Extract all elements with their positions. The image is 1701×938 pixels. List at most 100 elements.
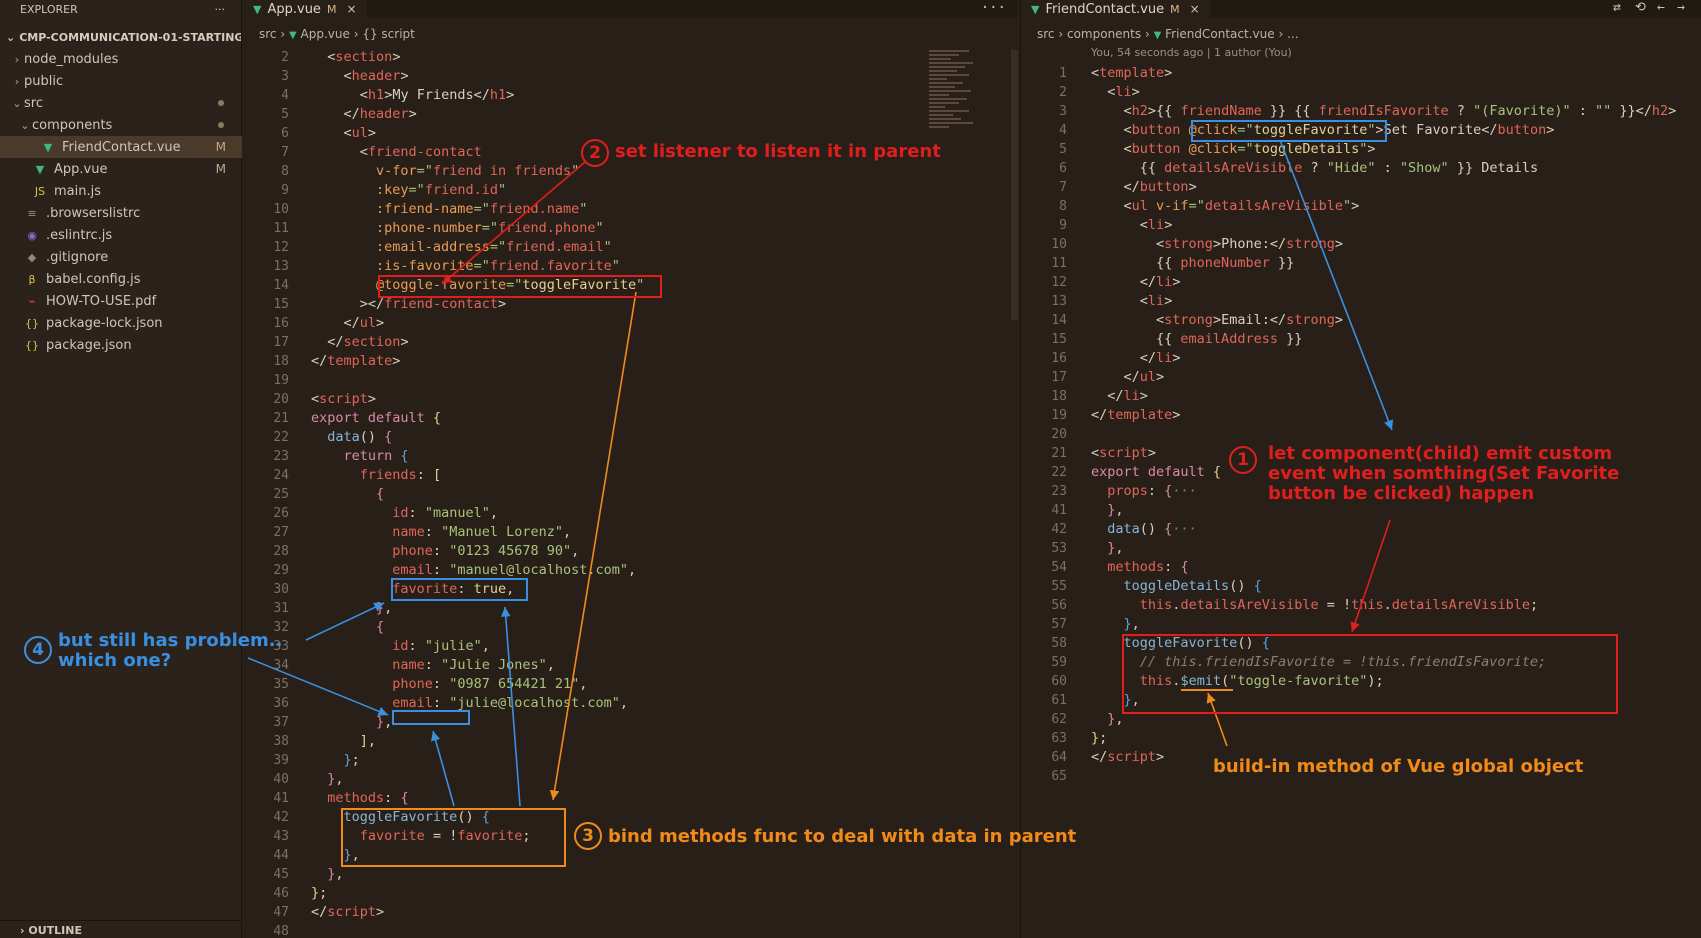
annotation-emit: build-in method of Vue global object [1213,756,1584,777]
line-number: 14 [1051,313,1067,328]
breadcrumb-file[interactable]: App.vue [301,27,350,41]
scrollbar[interactable] [1011,50,1018,320]
tree-item[interactable]: › node_modules [0,48,242,70]
code-line: <button @click="toggleDetails"> [1123,141,1376,157]
code-line: methods: { [327,790,409,806]
tree-item[interactable]: › public [0,70,242,92]
outline-section[interactable]: › OUTLINE [0,920,242,938]
step-1-badge: 1 [1229,446,1257,474]
line-numbers: 2 3 4 5 6 7 8 9 10 11 12 13 14 15 16 17 18 19 20 21 22 23 24 25… [243,48,299,938]
line-number: 57 [1051,617,1067,632]
tab-app-vue[interactable]: ▼ App.vue M × [243,0,367,18]
line-number: 62 [1051,712,1067,727]
code-line: :friend-name="friend.name" [376,201,588,217]
code-line: { [376,619,385,635]
code-line: </header> [343,106,417,122]
tree-item[interactable]: JS main.js [0,180,242,202]
close-icon[interactable]: × [1190,2,1200,16]
line-number: 17 [1051,370,1067,385]
explorer-more-icon[interactable]: ··· [215,3,226,16]
forward-icon[interactable]: → [1677,0,1685,15]
line-number: 41 [273,791,289,806]
code-line: data() { [327,429,393,445]
modified-badge: M [215,140,226,154]
line-number: 59 [1051,655,1067,670]
editor-more-icon[interactable]: ··· [981,0,1006,16]
code-line: }; [311,885,328,901]
line-number: 40 [273,772,289,787]
workspace-root-label: CMP-COMMUNICATION-01-STARTING-S... [19,30,241,44]
tree-item[interactable]: ⌄ src [0,92,242,114]
close-icon[interactable]: × [346,2,356,16]
code-area[interactable]: <section> <header> <h1>My Friends</h1> <… [311,48,644,938]
vue-file-icon: ▼ [1153,30,1162,41]
tab-label: FriendContact.vue [1045,1,1165,17]
code-line: </ul> [343,315,385,331]
line-number: 24 [273,468,289,483]
json-file-icon: {} [25,316,39,330]
line-number: 36 [273,696,289,711]
git-blame-info[interactable]: You, 54 seconds ago | 1 author (You) [1091,46,1292,59]
workspace-root[interactable]: ⌄ CMP-COMMUNICATION-01-STARTING-S... [0,26,241,48]
line-number: 5 [1059,142,1067,157]
tree-item[interactable]: {} package.json [0,334,242,356]
file-file-icon: ≡ [27,206,37,220]
line-number: 21 [273,411,289,426]
code-line: </button> [1123,179,1197,195]
timeline-icon[interactable]: ⟲ [1635,0,1646,15]
code-line: data() {··· [1107,521,1197,537]
code-line: }, [1107,540,1124,556]
line-number: 12 [1051,275,1067,290]
tree-item[interactable]: ▼ FriendContact.vue M [0,136,242,158]
vue-file-icon: ▼ [253,2,262,16]
highlight-missing-favorite [392,710,470,725]
back-icon[interactable]: ← [1657,0,1665,15]
line-number: 45 [273,867,289,882]
tree-item-label: babel.config.js [46,271,141,287]
breadcrumb-file[interactable]: FriendContact.vue [1165,27,1275,41]
highlight-toggle-listener [378,275,662,298]
tree-item[interactable]: ▼ App.vue M [0,158,242,180]
babel-file-icon: β [28,272,36,286]
highlight-click-handler [1191,120,1387,142]
modified-badge: M [1170,2,1180,16]
line-number: 3 [281,69,289,84]
change-dot [218,100,224,106]
breadcrumb-folder[interactable]: components [1067,27,1141,41]
chevron-right-icon: › [14,74,20,88]
code-line: friends: [ [359,467,442,483]
tree-item[interactable]: {} package-lock.json [0,312,242,334]
tree-item-label: public [24,73,64,89]
breadcrumb-symbol[interactable]: {} script [362,27,415,41]
breadcrumb-src[interactable]: src [259,27,277,41]
code-line: ], [359,733,377,749]
annotation-2: set listener to listen it in parent [615,141,941,162]
tab-friendcontact-vue[interactable]: ▼ FriendContact.vue M × [1021,0,1210,18]
git-file-icon: ◆ [27,250,37,264]
js-file-icon: JS [34,184,46,198]
breadcrumb-symbol[interactable]: ... [1287,27,1298,41]
line-number: 11 [1051,256,1067,271]
line-number: 23 [273,449,289,464]
chevron-down-icon: ⌄ [6,30,16,44]
line-number: 42 [1051,522,1067,537]
line-number: 13 [1051,294,1067,309]
line-number: 11 [273,221,289,236]
tree-item-label: HOW-TO-USE.pdf [46,293,157,309]
pdf-file-icon: ⌁ [28,294,36,308]
line-number: 25 [273,487,289,502]
line-number: 54 [1051,560,1067,575]
tree-item[interactable]: β babel.config.js [0,268,242,290]
line-number: 9 [281,183,289,198]
code-line: <h1>My Friends</h1> [359,87,515,103]
code-line: }, [1123,616,1140,632]
tree-item[interactable]: ≡ .browserslistrc [0,202,242,224]
tree-item[interactable]: ◆ .gitignore [0,246,242,268]
line-number: 16 [1051,351,1067,366]
tree-item[interactable]: ⌄ components [0,114,242,136]
breadcrumb-src[interactable]: src [1037,27,1055,41]
tree-item[interactable]: ◉ .eslintrc.js [0,224,242,246]
compare-icon[interactable]: ⇄ [1613,0,1621,15]
tree-item[interactable]: ⌁ HOW-TO-USE.pdf [0,290,242,312]
step-2-badge: 2 [581,139,609,167]
